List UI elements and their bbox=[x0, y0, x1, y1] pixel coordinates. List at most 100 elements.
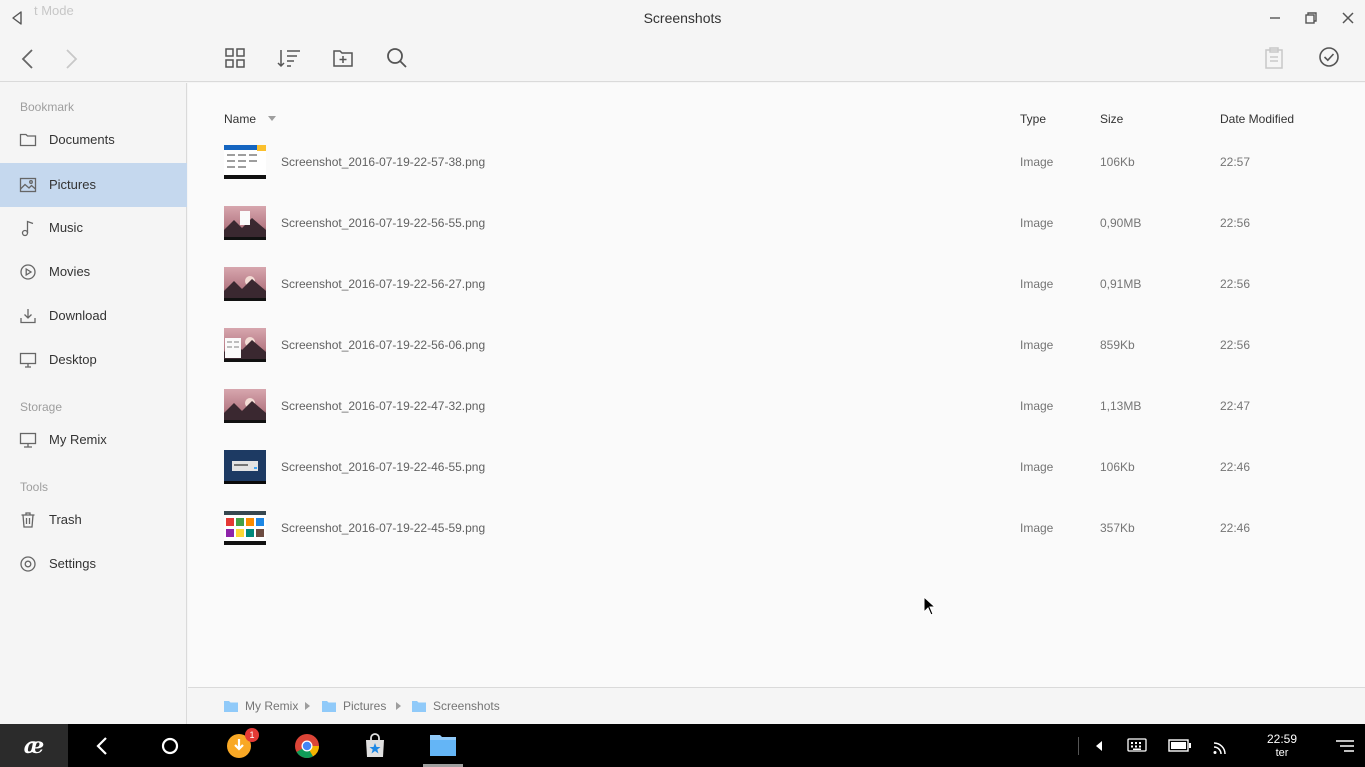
sidebar-section-bookmark: Bookmark bbox=[20, 100, 75, 114]
file-manager-app-icon[interactable] bbox=[422, 724, 464, 767]
file-row[interactable]: Screenshot_2016-07-19-22-56-06.png Image 8… bbox=[188, 312, 1365, 373]
cast-icon[interactable] bbox=[1213, 738, 1231, 754]
sidebar-item-desktop[interactable]: Desktop bbox=[0, 338, 187, 382]
sidebar-item-label: Trash bbox=[49, 512, 82, 527]
close-icon[interactable] bbox=[1341, 11, 1355, 25]
file-date: 22:56 bbox=[1220, 216, 1251, 230]
file-type: Image bbox=[1020, 460, 1054, 474]
file-name: Screenshot_2016-07-19-22-56-06.png bbox=[281, 338, 486, 352]
sidebar-item-my-remix[interactable]: My Remix bbox=[0, 418, 187, 462]
movie-icon bbox=[19, 263, 37, 281]
file-size: 0,90MB bbox=[1100, 216, 1142, 230]
forward-arrow-icon[interactable] bbox=[61, 48, 81, 70]
breadcrumb-item[interactable]: Pictures bbox=[343, 699, 386, 713]
file-thumbnail bbox=[224, 267, 266, 301]
clock-day[interactable]: ter bbox=[1258, 747, 1306, 759]
breadcrumb: My Remix Pictures Screenshots bbox=[188, 687, 1365, 724]
chevron-right-icon bbox=[305, 702, 310, 710]
file-date: 22:56 bbox=[1220, 338, 1251, 352]
sidebar-item-download[interactable]: Download bbox=[0, 294, 187, 338]
file-manager-window: t Mode Screenshots Bookmark Documents Pi… bbox=[0, 0, 1365, 767]
search-icon[interactable] bbox=[386, 47, 408, 69]
column-header-date[interactable]: Date Modified bbox=[1220, 112, 1294, 126]
home-circle-icon[interactable] bbox=[160, 736, 180, 756]
file-row[interactable]: Screenshot_2016-07-19-22-56-27.png Image 0… bbox=[188, 251, 1365, 312]
sidebar-item-trash[interactable]: Trash bbox=[0, 498, 187, 542]
file-size: 106Kb bbox=[1100, 155, 1135, 169]
sidebar-item-movies[interactable]: Movies bbox=[0, 250, 187, 294]
sidebar-item-label: Movies bbox=[49, 264, 91, 279]
chrome-icon[interactable] bbox=[294, 733, 320, 759]
column-header-size[interactable]: Size bbox=[1100, 112, 1123, 126]
file-thumbnail bbox=[224, 511, 266, 545]
folder-icon bbox=[412, 700, 426, 712]
sidebar-item-label: Download bbox=[49, 308, 107, 323]
sidebar: Bookmark Documents Pictures Music Movies… bbox=[0, 83, 187, 724]
play-store-icon[interactable] bbox=[362, 733, 388, 759]
file-row[interactable]: Screenshot_2016-07-19-22-47-32.png Image 1… bbox=[188, 373, 1365, 434]
sidebar-section-tools: Tools bbox=[20, 480, 49, 494]
file-type: Image bbox=[1020, 277, 1054, 291]
sidebar-item-label: Documents bbox=[49, 132, 115, 147]
desktop-icon bbox=[19, 351, 37, 369]
minimize-icon[interactable] bbox=[1268, 11, 1282, 25]
column-header-name[interactable]: Name bbox=[224, 112, 256, 126]
start-menu-logo-icon[interactable]: æ bbox=[0, 724, 68, 767]
svg-text:æ: æ bbox=[24, 733, 45, 759]
settings-icon bbox=[19, 555, 37, 573]
sort-down-icon[interactable] bbox=[268, 116, 276, 122]
file-date: 22:46 bbox=[1220, 460, 1251, 474]
clock-time[interactable]: 22:59 bbox=[1258, 732, 1306, 746]
keyboard-icon[interactable] bbox=[1127, 738, 1147, 752]
back-arrow-icon[interactable] bbox=[18, 48, 38, 70]
notification-badge: 1 bbox=[245, 728, 259, 742]
sidebar-item-documents[interactable]: Documents bbox=[0, 118, 187, 162]
back-nav-icon[interactable] bbox=[93, 736, 113, 756]
file-row[interactable]: Screenshot_2016-07-19-22-56-55.png Image 0… bbox=[188, 190, 1365, 251]
mouse-cursor-icon bbox=[923, 596, 937, 616]
file-row[interactable]: Screenshot_2016-07-19-22-46-55.png Image 1… bbox=[188, 434, 1365, 495]
file-name: Screenshot_2016-07-19-22-56-55.png bbox=[281, 216, 486, 230]
file-size: 859Kb bbox=[1100, 338, 1135, 352]
file-size: 357Kb bbox=[1100, 521, 1135, 535]
file-type: Image bbox=[1020, 399, 1054, 413]
file-row[interactable]: Screenshot_2016-07-19-22-57-38.png Image 1… bbox=[188, 129, 1365, 190]
file-type: Image bbox=[1020, 216, 1054, 230]
file-date: 22:47 bbox=[1220, 399, 1251, 413]
file-thumbnail bbox=[224, 450, 266, 484]
select-check-icon[interactable] bbox=[1318, 46, 1340, 68]
sidebar-item-label: Settings bbox=[49, 556, 96, 571]
sidebar-item-pictures[interactable]: Pictures bbox=[0, 163, 187, 207]
sidebar-item-label: Pictures bbox=[49, 177, 96, 192]
file-type: Image bbox=[1020, 521, 1054, 535]
file-type: Image bbox=[1020, 338, 1054, 352]
sidebar-item-label: Desktop bbox=[49, 352, 97, 367]
column-header-type[interactable]: Type bbox=[1020, 112, 1046, 126]
battery-icon[interactable] bbox=[1168, 739, 1192, 752]
sidebar-item-music[interactable]: Music bbox=[0, 206, 187, 250]
breadcrumb-item[interactable]: My Remix bbox=[245, 699, 298, 713]
trash-icon bbox=[19, 511, 37, 529]
restore-icon[interactable] bbox=[1304, 11, 1318, 25]
sidebar-item-settings[interactable]: Settings bbox=[0, 542, 187, 586]
file-thumbnail bbox=[224, 389, 266, 423]
file-size: 106Kb bbox=[1100, 460, 1135, 474]
folder-icon bbox=[322, 700, 336, 712]
file-date: 22:46 bbox=[1220, 521, 1251, 535]
sort-icon[interactable] bbox=[277, 47, 301, 69]
file-size: 1,13MB bbox=[1100, 399, 1142, 413]
caret-left-icon[interactable] bbox=[1096, 741, 1102, 751]
chevron-right-icon bbox=[396, 702, 401, 710]
new-folder-icon[interactable] bbox=[332, 47, 354, 69]
music-icon bbox=[19, 219, 37, 237]
clipboard-icon[interactable] bbox=[1264, 47, 1284, 69]
taskbar-divider bbox=[1078, 737, 1079, 755]
taskbar: æ 1 22:59 ter bbox=[0, 724, 1365, 767]
notifications-menu-icon[interactable] bbox=[1336, 740, 1354, 752]
window-title: Screenshots bbox=[643, 10, 722, 26]
file-row[interactable]: Screenshot_2016-07-19-22-45-59.png Image 3… bbox=[188, 495, 1365, 556]
grid-view-icon[interactable] bbox=[224, 47, 246, 69]
breadcrumb-item[interactable]: Screenshots bbox=[433, 699, 500, 713]
sidebar-item-label: My Remix bbox=[49, 432, 107, 447]
file-thumbnail bbox=[224, 145, 266, 179]
